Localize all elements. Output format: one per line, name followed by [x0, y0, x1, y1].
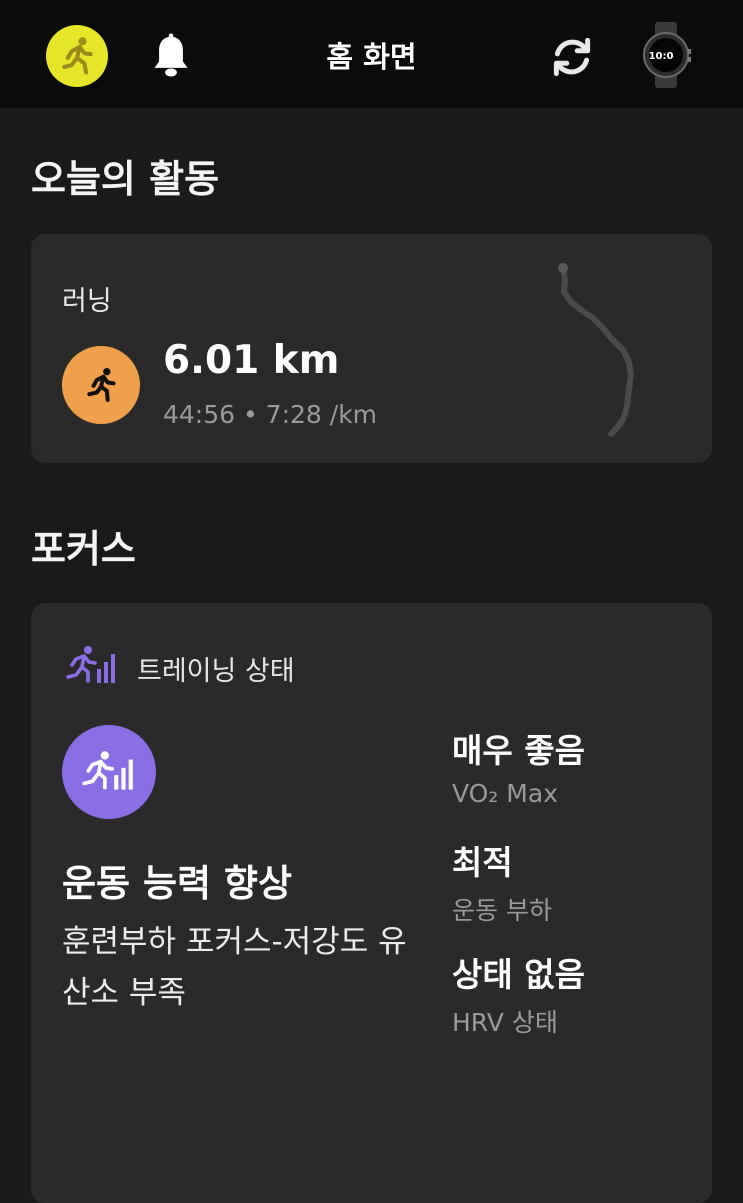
metric-vo2max: 매우 좋음 VO₂ Max — [452, 731, 585, 808]
training-status-label: 트레이닝 상태 — [137, 656, 295, 687]
metric-label: 운동 부하 — [452, 896, 552, 925]
page-title: 홈 화면 — [326, 40, 417, 74]
metric-value: 매우 좋음 — [452, 731, 585, 770]
metric-training-load: 최적 운동 부하 — [452, 843, 552, 927]
metric-label: HRV 상태 — [452, 1008, 558, 1037]
device-button[interactable]: 10:0 · — [640, 20, 692, 90]
training-status-icon — [66, 646, 115, 683]
metric-value: 최적 — [452, 843, 513, 882]
activity-time-pace: 44:56 • 7:28 /km — [163, 400, 378, 429]
activity-card[interactable]: 러닝 6.01 km 44:56 • 7:28 /km — [31, 234, 712, 463]
training-status-card[interactable]: 트레이닝 상태 운동 능력 향상 훈련부하 포커스-저강도 유산소 부족 매우 … — [31, 603, 712, 1203]
metric-value: 상태 없음 — [452, 955, 585, 994]
sync-icon — [553, 37, 591, 77]
running-icon — [87, 368, 116, 402]
training-status-description: 훈련부하 포커스-저강도 유산소 부족 — [62, 924, 407, 1011]
metric-label: VO₂ Max — [452, 779, 558, 808]
today-section-title: 오늘의 활동 — [31, 157, 220, 201]
watch-icon: 10:0 · — [643, 22, 691, 88]
focus-section-title: 포커스 — [31, 527, 136, 571]
svg-text:·: · — [672, 53, 674, 61]
activity-icon-badge — [62, 346, 140, 424]
sync-button[interactable] — [545, 30, 599, 84]
training-status-title: 운동 능력 향상 — [62, 862, 293, 905]
route-map-thumbnail — [558, 263, 634, 437]
metric-hrv-status: 상태 없음 HRV 상태 — [452, 955, 585, 1039]
training-status-badge — [62, 725, 156, 819]
training-status-badge-icon — [82, 751, 133, 790]
activity-type-label: 러닝 — [62, 286, 112, 317]
watch-time-text: 10:0 — [649, 51, 674, 62]
activity-distance: 6.01 km — [163, 338, 340, 383]
top-bar: 홈 화면 10:0 · — [0, 0, 743, 108]
